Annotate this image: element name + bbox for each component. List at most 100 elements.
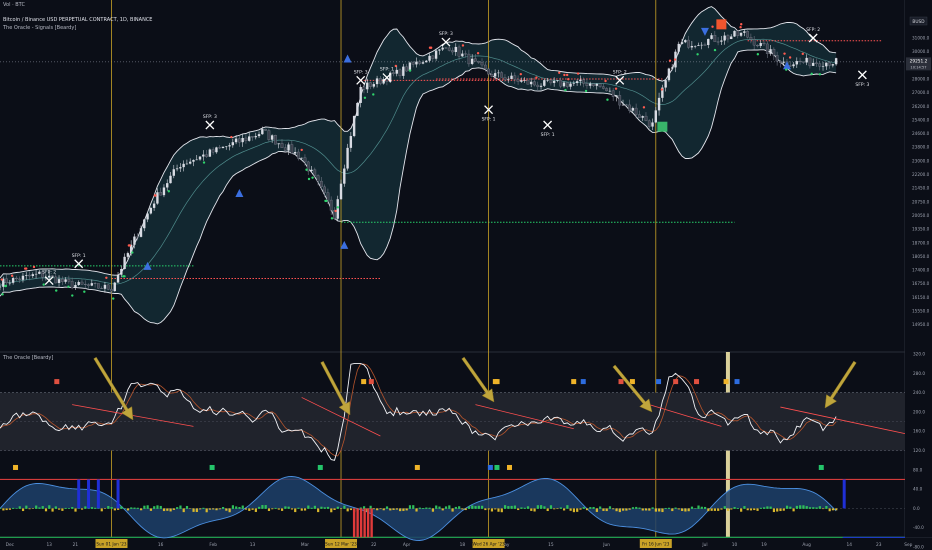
hist-bar: [749, 508, 753, 511]
hist-bar: [415, 508, 418, 512]
candle-body: [752, 39, 756, 46]
candle-body: [487, 68, 490, 75]
candle-body: [529, 81, 533, 85]
candle-body: [765, 43, 769, 54]
trading-chart[interactable]: SFP: 2 SFP: 1 SFP: 3 SFP: 3 SFP: 1 SFP: 3 SFP:…: [0, 0, 932, 550]
candle-body: [346, 147, 349, 169]
signal-dot: [336, 206, 340, 209]
signal-dot: [112, 297, 115, 300]
candle-body: [654, 110, 657, 123]
hist-bar: [769, 506, 772, 509]
candle-body: [539, 85, 543, 87]
hist-bar: [536, 505, 539, 509]
hist-bar: [507, 506, 510, 509]
hist-bar: [825, 506, 828, 509]
hist-bar: [540, 505, 543, 509]
countdown: 10:14:57: [910, 65, 926, 69]
candle-body: [18, 278, 22, 280]
hist-bar: [402, 508, 405, 511]
hist-bar: [576, 508, 579, 512]
candle-body: [811, 62, 815, 66]
hist-bar: [251, 508, 254, 510]
candle-body: [90, 283, 94, 286]
hist-bar: [300, 508, 303, 511]
candle-body: [385, 78, 389, 82]
osc-badge: [694, 379, 700, 385]
candle-body: [438, 49, 441, 51]
symbol-title[interactable]: Bitcoin / Binance USD PERPETUAL CONTRACT…: [3, 17, 152, 23]
hist-bar: [235, 506, 238, 509]
candle-body: [15, 277, 18, 280]
hist-bar: [323, 507, 326, 509]
hist-bar: [658, 508, 661, 512]
hist-bar: [126, 508, 130, 511]
lower-indicator-label[interactable]: The Oracle [Beardy]: [3, 355, 53, 361]
candle-body: [28, 274, 31, 277]
hist-bar: [8, 508, 12, 510]
hist-bar: [497, 508, 500, 512]
signal-dot: [363, 96, 367, 99]
hist-bar: [405, 508, 408, 511]
hist-bar: [346, 508, 349, 512]
signal-dot: [788, 56, 792, 59]
candle-body: [379, 78, 382, 84]
candle-body: [375, 78, 379, 85]
candle-body: [83, 283, 87, 285]
price-tick: 20050.0: [912, 213, 930, 218]
hist-bar: [202, 507, 205, 509]
candle-body: [500, 72, 504, 78]
candle-body: [670, 67, 674, 69]
hist-bar: [799, 505, 802, 509]
candle-body: [261, 129, 264, 135]
hist-bar: [71, 507, 74, 509]
hist-bar: [461, 508, 464, 510]
osc-badge: [13, 464, 19, 470]
hist-bar: [441, 508, 444, 511]
hist-bar: [5, 508, 8, 511]
hist-bar: [818, 506, 821, 509]
osc-badge: [209, 464, 215, 470]
candle-body: [234, 138, 238, 143]
hist-bar: [264, 505, 267, 509]
hist-bar: [779, 508, 782, 512]
hist-bar: [526, 506, 530, 509]
signal-dot: [202, 161, 206, 164]
candle-body: [707, 38, 710, 45]
signal-dot: [801, 52, 804, 56]
candle-body: [421, 62, 425, 64]
candle-body: [667, 68, 671, 81]
candle-body: [339, 183, 343, 200]
hist-bar: [215, 508, 218, 511]
indicator-label[interactable]: The Oracle - Signals [Beardy]: [3, 25, 76, 31]
candle-body: [483, 64, 487, 70]
candle-body: [549, 79, 553, 84]
time-tick: Jul: [701, 542, 707, 548]
candle-body: [467, 53, 471, 65]
hist-bar: [336, 506, 339, 509]
candle-body: [64, 279, 67, 282]
hist-bar: [44, 508, 48, 512]
hist-bar: [199, 508, 202, 510]
candle-body: [634, 107, 638, 115]
candle-body: [454, 46, 457, 53]
candle-body: [730, 36, 733, 40]
hist-bar: [254, 508, 257, 512]
candle-body: [592, 83, 595, 86]
osc-tick: 40.0: [913, 487, 923, 492]
candle-body: [631, 108, 635, 111]
hist-bar: [261, 505, 264, 509]
hist-bar: [146, 505, 149, 509]
block-bar: [87, 479, 91, 509]
candle-body: [248, 136, 251, 141]
hist-bar: [244, 508, 248, 510]
hist-bar: [549, 505, 553, 509]
candle-body: [621, 104, 625, 106]
candle-body: [520, 80, 523, 82]
candle-body: [362, 86, 366, 90]
hist-bar: [789, 506, 792, 509]
candle-body: [579, 79, 582, 82]
hist-bar: [225, 508, 228, 511]
hist-bar: [18, 506, 21, 509]
hist-bar: [674, 507, 677, 509]
hist-bar: [756, 508, 759, 511]
